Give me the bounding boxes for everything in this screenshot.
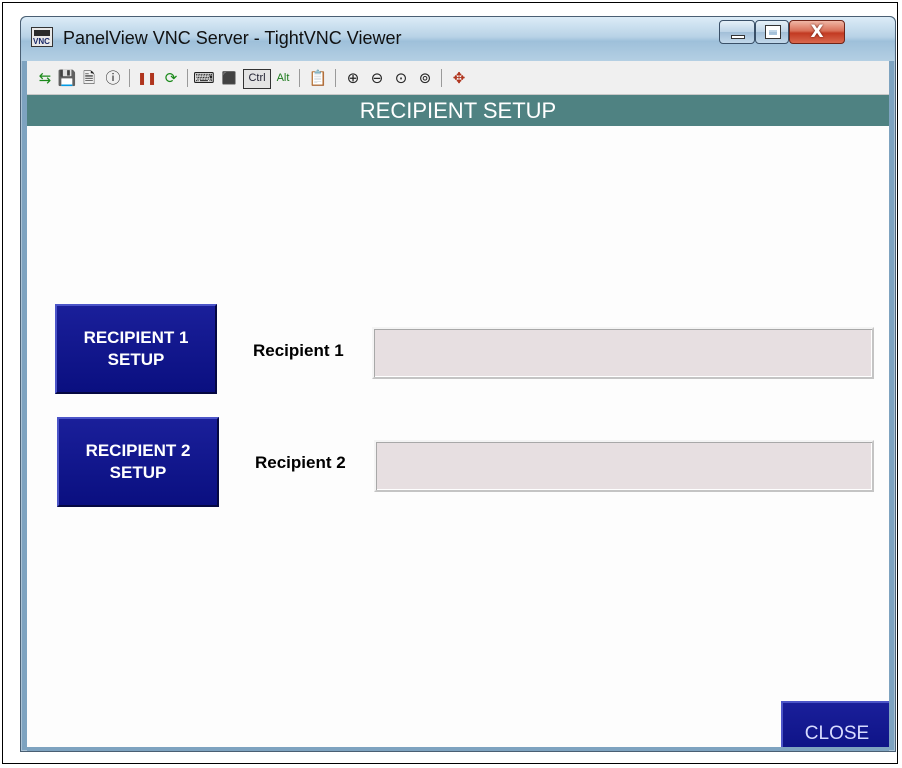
- app-icon-top: [34, 30, 50, 36]
- connection-info-icon[interactable]: ⓘ: [103, 68, 123, 88]
- title-bar[interactable]: VNC PanelView VNC Server - TightVNC View…: [21, 17, 895, 61]
- new-connection-icon[interactable]: ⇆: [35, 68, 55, 88]
- page-title: RECIPIENT SETUP: [27, 95, 889, 126]
- app-icon-text: VNC: [33, 37, 50, 46]
- maximize-button[interactable]: [755, 20, 789, 44]
- zoom-100-icon[interactable]: ⊙: [391, 68, 411, 88]
- save-icon[interactable]: 💾: [57, 68, 77, 88]
- ctrl-key-button[interactable]: Ctrl: [243, 69, 271, 89]
- options-icon[interactable]: 🗎: [79, 68, 99, 88]
- vnc-app-icon[interactable]: VNC: [31, 27, 53, 47]
- minimize-icon: [731, 35, 745, 39]
- recipient-1-label: Recipient 1: [253, 341, 344, 360]
- close-icon: X: [810, 22, 824, 42]
- window-title: PanelView VNC Server - TightVNC Viewer: [63, 28, 402, 48]
- recipient-2-setup-button[interactable]: RECIPIENT 2 SETUP: [57, 417, 219, 507]
- toolbar-separator: [299, 69, 300, 87]
- toolbar-separator: [187, 69, 188, 87]
- ctrl-alt-del-icon[interactable]: ⌨: [193, 68, 215, 88]
- zoom-auto-icon[interactable]: ⊚: [415, 68, 435, 88]
- toolbar-separator: [335, 69, 336, 87]
- recipient-1-setup-label: RECIPIENT 1 SETUP: [84, 327, 189, 371]
- button-line: RECIPIENT 1: [83, 328, 189, 347]
- window-bottom-border: [27, 747, 889, 751]
- toolbar-separator: [129, 69, 130, 87]
- recipient-1-field[interactable]: [372, 327, 874, 379]
- toolbar-separator: [441, 69, 442, 87]
- clipboard-icon[interactable]: 📋: [307, 68, 329, 88]
- vnc-toolbar: ⇆ 💾 🗎 ⓘ ❚❚ ⟳ ⌨ ⬛ Ctrl Alt 📋 ⊕ ⊖ ⊙ ⊚ ✥: [27, 61, 889, 95]
- button-line: SETUP: [109, 463, 167, 482]
- recipient-1-setup-button[interactable]: RECIPIENT 1 SETUP: [55, 304, 217, 394]
- refresh-icon[interactable]: ⟳: [161, 68, 181, 88]
- remote-screen[interactable]: RECIPIENT SETUP RECIPIENT 1 SETUP Recipi…: [27, 95, 889, 747]
- fullscreen-icon[interactable]: ✥: [449, 68, 469, 88]
- recipient-2-label: Recipient 2: [255, 453, 346, 472]
- zoom-out-icon[interactable]: ⊖: [367, 68, 387, 88]
- close-button[interactable]: CLOSE: [781, 701, 889, 747]
- alt-key-button[interactable]: Alt: [273, 68, 293, 88]
- button-line: RECIPIENT 2: [85, 441, 191, 460]
- recipient-2-setup-label: RECIPIENT 2 SETUP: [86, 440, 191, 484]
- recipient-2-field[interactable]: [374, 440, 874, 492]
- send-keys-icon[interactable]: ⬛: [219, 68, 239, 88]
- maximize-icon: [765, 25, 781, 39]
- button-line: SETUP: [107, 350, 165, 369]
- zoom-in-icon[interactable]: ⊕: [343, 68, 363, 88]
- vnc-viewer-window: VNC PanelView VNC Server - TightVNC View…: [20, 16, 896, 752]
- minimize-button[interactable]: [719, 20, 755, 44]
- pause-icon[interactable]: ❚❚: [137, 68, 157, 88]
- window-close-button[interactable]: X: [789, 20, 845, 44]
